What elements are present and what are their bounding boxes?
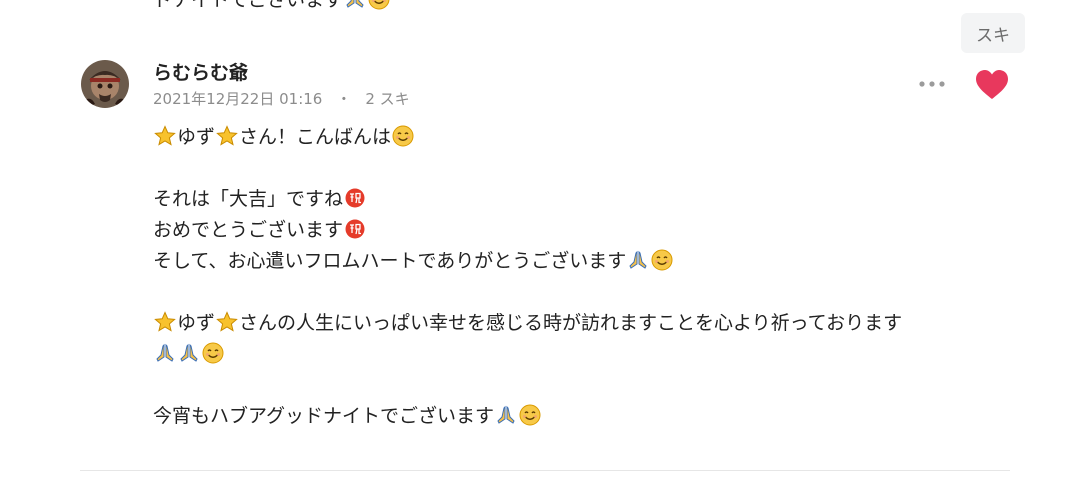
comment-body: ゆず さん！こんばんは それは「大吉」ですね おめでとうございます そして、お心遣… (153, 122, 1033, 432)
star-icon (216, 125, 238, 147)
comment-text: さん！こんばんは (239, 126, 392, 148)
congratulations-icon (344, 218, 366, 240)
comment-line: おめでとうございます (153, 215, 1033, 246)
comment-line: それは「大吉」ですね (153, 184, 1033, 215)
comment-line: そして、お心遣いフロムハートでありがとうございます (153, 246, 1033, 277)
comment-text: それは「大吉」ですね (153, 188, 344, 210)
comment-page: ドナイトでございます スキ らむらむ爺 2021年12月22日 01:16 ・ … (0, 0, 1068, 480)
more-options-button[interactable] (914, 72, 950, 96)
folded-hands-icon (154, 342, 176, 364)
comment-line: ゆず さん！こんばんは (153, 122, 1033, 153)
avatar[interactable] (81, 60, 129, 108)
previous-comment-tail: ドナイトでございます (153, 0, 344, 11)
comment-text: おめでとうございます (153, 219, 344, 241)
folded-hands-icon (178, 342, 200, 364)
smiling-face-icon (519, 404, 541, 426)
smiling-face-icon (392, 125, 414, 147)
folded-hands-icon (627, 249, 649, 271)
comment-meta: 2021年12月22日 01:16 ・ 2 スキ (153, 89, 410, 109)
comment-divider (80, 470, 1010, 471)
ellipsis-icon (919, 81, 945, 87)
meta-separator: ・ (336, 90, 352, 108)
congratulations-icon (344, 187, 366, 209)
comment-timestamp[interactable]: 2021年12月22日 01:16 (153, 89, 322, 109)
comment-line: ゆず さんの人生にいっぱい幸せを感じる時が訪れますことを心より祈っております (153, 308, 1033, 339)
folded-hands-icon (344, 0, 366, 10)
comment-line (153, 339, 1033, 370)
comment-text: そして、お心遣いフロムハートでありがとうございます (153, 250, 627, 272)
star-icon (154, 311, 176, 333)
comment-text: ゆず (177, 126, 216, 148)
star-icon (216, 311, 238, 333)
comment-text: さんの人生にいっぱい幸せを感じる時が訪れますことを心より祈っております (239, 312, 903, 334)
smiling-face-icon (368, 0, 390, 10)
star-icon (154, 125, 176, 147)
previous-comment-text: ドナイトでございます (153, 0, 391, 14)
comment-text: 今宵もハブアグッドナイトでございます (153, 405, 495, 427)
smiling-face-icon (202, 342, 224, 364)
comment-text: ゆず (177, 312, 216, 334)
comment-like-count[interactable]: 2 スキ (365, 89, 409, 109)
folded-hands-icon (495, 404, 517, 426)
comment-line: 今宵もハブアグッドナイトでございます (153, 401, 1033, 432)
comment-author-name[interactable]: らむらむ爺 (153, 60, 248, 86)
heart-icon (976, 70, 1008, 99)
like-heart-button[interactable] (975, 69, 1009, 101)
like-toggle-button[interactable]: スキ (961, 13, 1025, 53)
smiling-face-icon (651, 249, 673, 271)
